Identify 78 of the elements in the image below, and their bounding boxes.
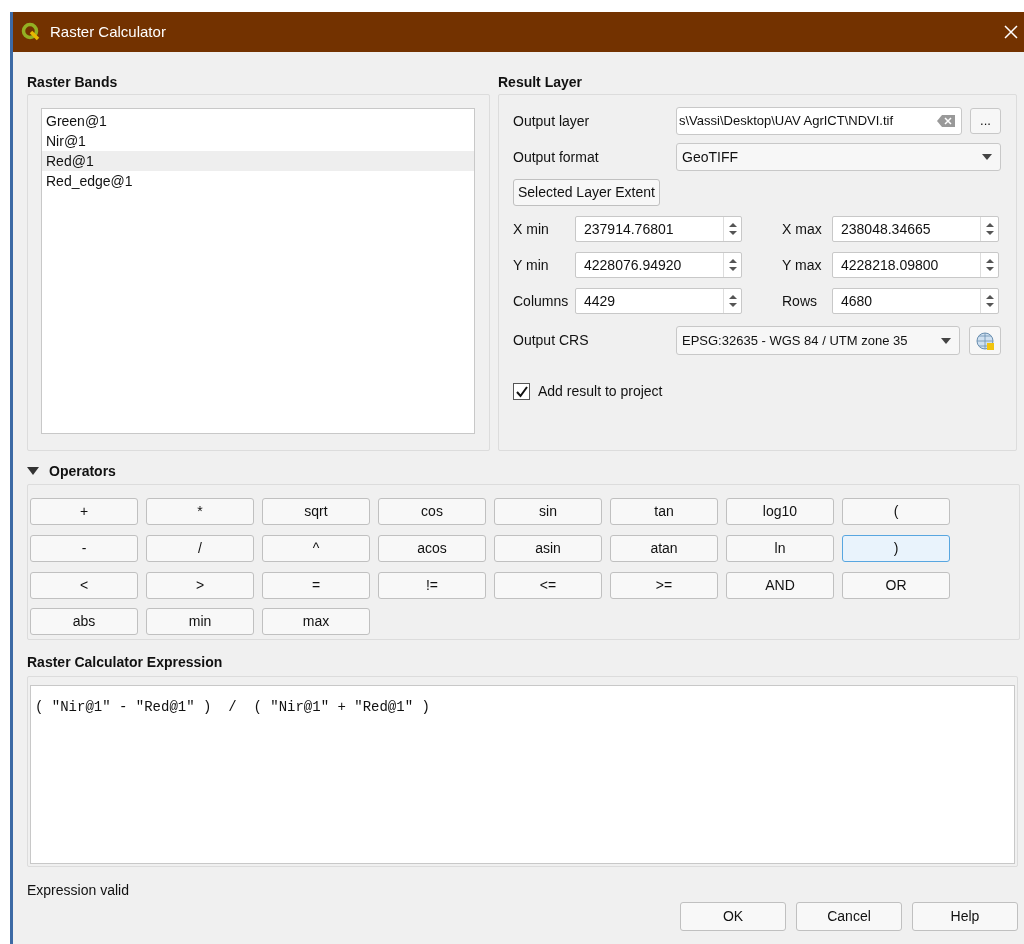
operator-button[interactable]: ( [842,498,950,525]
operator-button[interactable]: AND [726,571,834,599]
field-label: Y min [513,255,550,275]
browse-button[interactable]: ... [970,108,1001,134]
checkbox[interactable] [513,383,530,400]
selected-layer-extent-button[interactable]: Selected Layer Extent [513,179,660,206]
operator-button[interactable]: + [30,498,138,525]
operator-button[interactable]: >= [610,571,718,599]
operator-button[interactable]: atan [610,534,718,562]
expression-editor[interactable]: ( "Nir@1" - "Red@1" ) / ( "Nir@1" + "Red@1" ) [30,685,1015,864]
globe-icon [975,330,995,351]
collapse-arrow-icon [27,466,39,476]
operator-button[interactable]: * [146,498,254,525]
operator-button[interactable]: tan [610,498,718,525]
operators-toggle[interactable]: Operators [27,460,1020,482]
section-heading: Result Layer [498,73,584,92]
checkbox-label: Add result to project [538,382,663,401]
number-spinner[interactable]: 4429 [575,288,742,314]
operator-button[interactable]: OR [842,571,950,599]
operator-button[interactable]: ) [842,534,950,562]
number-spinner[interactable]: 4228076.94920 [575,252,742,278]
number-spinner[interactable]: 4228218.09800 [832,252,999,278]
field-label: Output layer [513,111,591,131]
up-down-arrows-icon [984,257,995,273]
section-heading: Raster Calculator Expression [27,653,224,672]
field-label: Output CRS [513,331,590,350]
up-down-arrows-icon [727,257,738,273]
up-down-arrows-icon [984,293,995,309]
operator-button[interactable]: cos [378,498,486,525]
operator-button[interactable]: log10 [726,498,834,525]
band-item[interactable]: Green@1 [42,111,474,131]
caret-icon [982,154,992,160]
operator-button[interactable]: ln [726,534,834,562]
output-crs-dropdown[interactable]: EPSG:32635 - WGS 84 / UTM zone 35 [676,326,960,355]
up-down-arrows-icon [984,221,995,237]
operator-button[interactable]: max [262,608,370,636]
operator-button[interactable]: <= [494,571,602,599]
operator-button[interactable]: acos [378,534,486,562]
dialog-button[interactable]: Help [912,902,1018,931]
check-icon [515,385,528,398]
operator-button[interactable]: sqrt [262,498,370,525]
operator-button[interactable]: abs [30,608,138,636]
status-text: Expression valid [27,881,130,900]
field-label: X max [782,219,823,239]
dialog-button[interactable]: OK [680,902,786,931]
operator-button[interactable]: = [262,571,370,599]
app-logo-icon [21,22,41,42]
field-label: Rows [782,291,818,311]
band-item[interactable]: Nir@1 [42,131,474,151]
output-layer-field[interactable]: s\Vassi\Desktop\UAV AgrICT\NDVI.tif [676,107,962,135]
operator-button[interactable]: ^ [262,534,370,562]
number-spinner[interactable]: 237914.76801 [575,216,742,242]
field-label: X min [513,219,550,239]
operator-button[interactable]: != [378,571,486,599]
field-label: Columns [513,291,570,311]
operator-button[interactable]: > [146,571,254,599]
operator-button[interactable]: min [146,608,254,636]
dialog-button[interactable]: Cancel [796,902,902,931]
operator-button[interactable]: asin [494,534,602,562]
operator-button[interactable]: - [30,534,138,562]
window-title: Raster Calculator [50,21,166,42]
caret-icon [941,337,951,344]
expression-text: ( "Nir@1" - "Red@1" ) / ( "Nir@1" + "Red@1" ) [35,699,430,715]
up-down-arrows-icon [727,293,738,309]
band-item[interactable]: Red_edge@1 [42,171,474,191]
band-item[interactable]: Red@1 [42,151,474,171]
output-format-dropdown[interactable]: GeoTIFF [676,143,1001,171]
field-label: Y max [782,255,823,275]
field-label: Output format [513,147,600,167]
operator-button[interactable]: < [30,571,138,599]
number-spinner[interactable]: 4680 [832,288,999,314]
clear-icon[interactable] [937,115,955,127]
section-heading: Raster Bands [27,73,119,92]
close-icon[interactable] [1004,25,1018,39]
up-down-arrows-icon [727,221,738,237]
operator-button[interactable]: / [146,534,254,562]
number-spinner[interactable]: 238048.34665 [832,216,999,242]
operator-button[interactable]: sin [494,498,602,525]
